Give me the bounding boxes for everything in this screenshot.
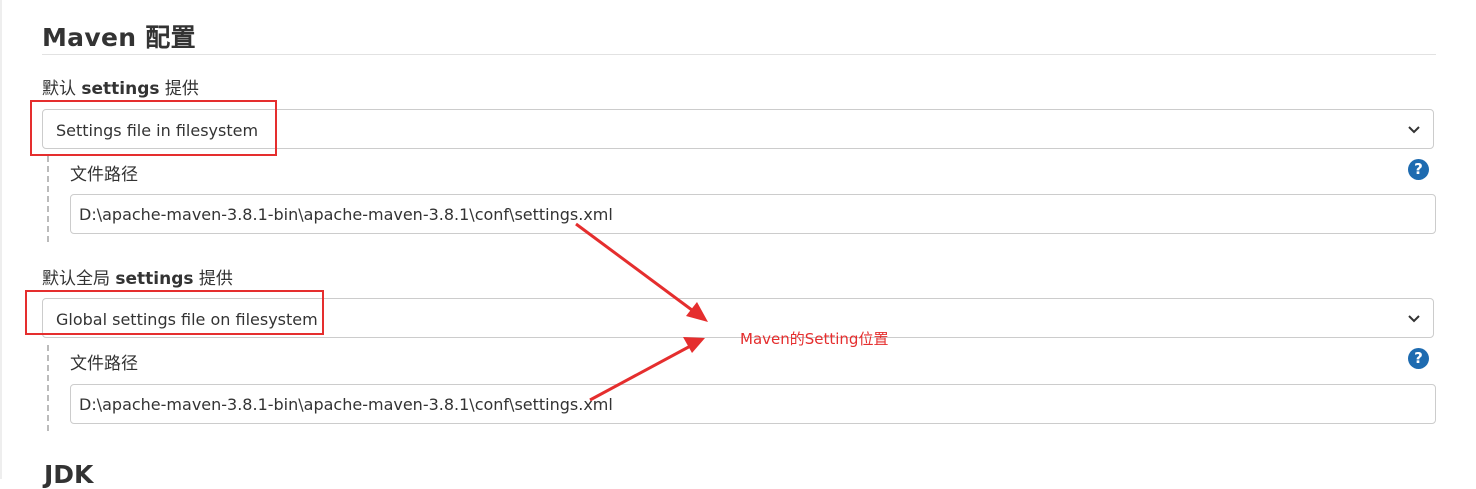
default-settings-label-prefix: 默认 bbox=[42, 79, 82, 99]
global-settings-path-value: D:\apache-maven-3.8.1-bin\apache-maven-3… bbox=[79, 395, 613, 414]
default-settings-label: 默认 settings 提供 bbox=[42, 74, 199, 99]
global-settings-path-label: 文件路径 bbox=[70, 354, 138, 374]
default-settings-label-bold: settings bbox=[81, 79, 160, 99]
global-settings-path-input[interactable]: D:\apache-maven-3.8.1-bin\apache-maven-3… bbox=[70, 384, 1436, 424]
global-settings-label-prefix: 默认全局 bbox=[42, 269, 116, 289]
default-settings-label-suffix: 提供 bbox=[159, 79, 199, 99]
annotation-label: Maven的Setting位置 bbox=[740, 330, 889, 348]
chevron-down-icon bbox=[1408, 315, 1420, 323]
arrow-head-icon bbox=[683, 337, 705, 353]
annotation-highlight-box bbox=[30, 100, 277, 156]
nested-field-guide bbox=[47, 156, 49, 242]
maven-config-title: Maven 配置 bbox=[42, 23, 196, 52]
global-settings-label: 默认全局 settings 提供 bbox=[42, 264, 233, 289]
help-icon[interactable]: ? bbox=[1408, 159, 1429, 180]
annotation-highlight-box bbox=[25, 290, 324, 335]
global-settings-label-bold: settings bbox=[115, 269, 194, 289]
chevron-down-icon bbox=[1408, 126, 1420, 134]
jdk-section-title: JDK bbox=[44, 460, 94, 489]
nested-field-guide bbox=[47, 345, 49, 431]
default-settings-path-input[interactable]: D:\apache-maven-3.8.1-bin\apache-maven-3… bbox=[70, 194, 1436, 234]
page-left-border bbox=[0, 0, 2, 479]
help-icon[interactable]: ? bbox=[1408, 348, 1429, 369]
section-divider bbox=[42, 54, 1436, 55]
global-settings-label-suffix: 提供 bbox=[193, 269, 233, 289]
default-settings-path-value: D:\apache-maven-3.8.1-bin\apache-maven-3… bbox=[79, 205, 613, 224]
default-settings-path-label: 文件路径 bbox=[70, 165, 138, 185]
